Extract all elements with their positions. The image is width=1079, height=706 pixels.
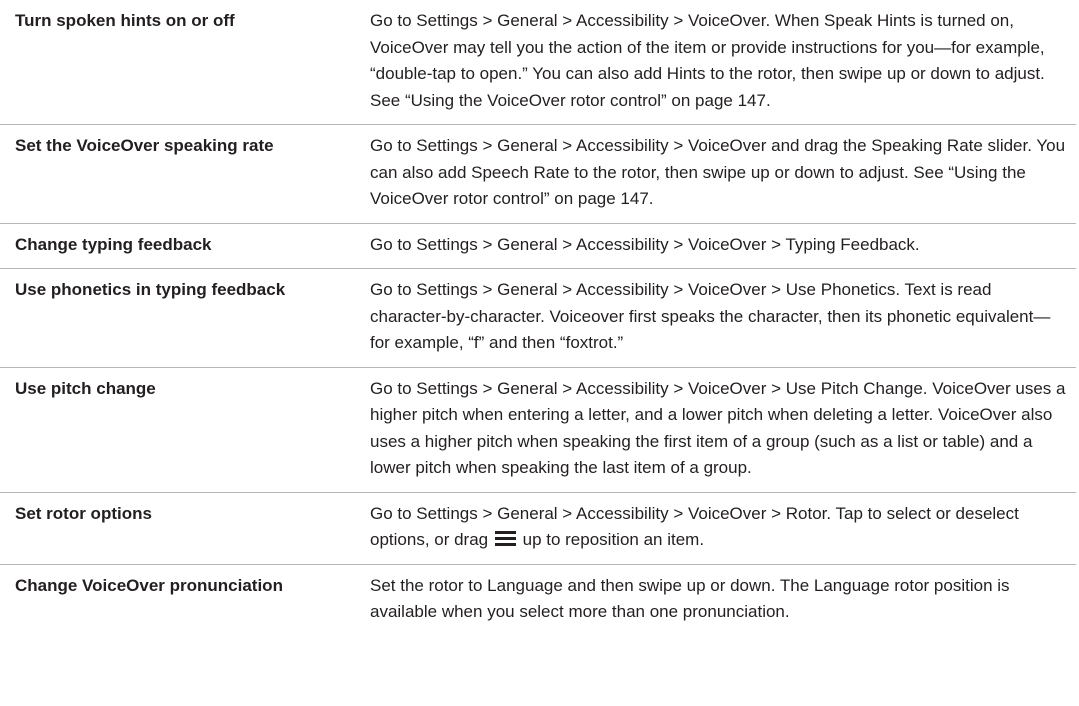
row-label: Use pitch change xyxy=(15,378,156,398)
reorder-handle-icon xyxy=(494,530,516,547)
row-description: Go to Settings > General > Accessibility… xyxy=(370,280,1051,352)
row-description: Go to Settings > General > Accessibility… xyxy=(370,378,1066,478)
row-description: Go to Settings > General > Accessibility… xyxy=(370,234,920,254)
table-row: Use pitch change Go to Settings > Genera… xyxy=(0,367,1076,492)
table-row: Turn spoken hints on or off Go to Settin… xyxy=(0,0,1076,125)
row-label: Turn spoken hints on or off xyxy=(15,11,235,30)
row-description: Go to Settings > General > Accessibility… xyxy=(370,11,1045,110)
table-row: Use phonetics in typing feedback Go to S… xyxy=(0,269,1076,367)
row-description: Go to Settings > General > Accessibility… xyxy=(370,492,1076,564)
row-label: Set rotor options xyxy=(15,503,152,523)
table-row: Set rotor options Go to Settings > Gener… xyxy=(0,492,1076,564)
table-row: Change typing feedback Go to Settings > … xyxy=(0,223,1076,269)
settings-table: Turn spoken hints on or off Go to Settin… xyxy=(0,0,1076,636)
row-label: Set the VoiceOver speaking rate xyxy=(15,136,274,155)
row-description: Set the rotor to Language and then swipe… xyxy=(370,575,1010,622)
row-label: Change typing feedback xyxy=(15,234,212,254)
table-row: Change VoiceOver pronunciation Set the r… xyxy=(0,564,1076,636)
row-label: Use phonetics in typing feedback xyxy=(15,280,286,299)
row-label: Change VoiceOver pronunciation xyxy=(15,575,283,595)
description-text-after-icon: up to reposition an item. xyxy=(522,530,705,549)
row-description: Go to Settings > General > Accessibility… xyxy=(370,136,1066,208)
table-row: Set the VoiceOver speaking rate Go to Se… xyxy=(0,125,1076,223)
